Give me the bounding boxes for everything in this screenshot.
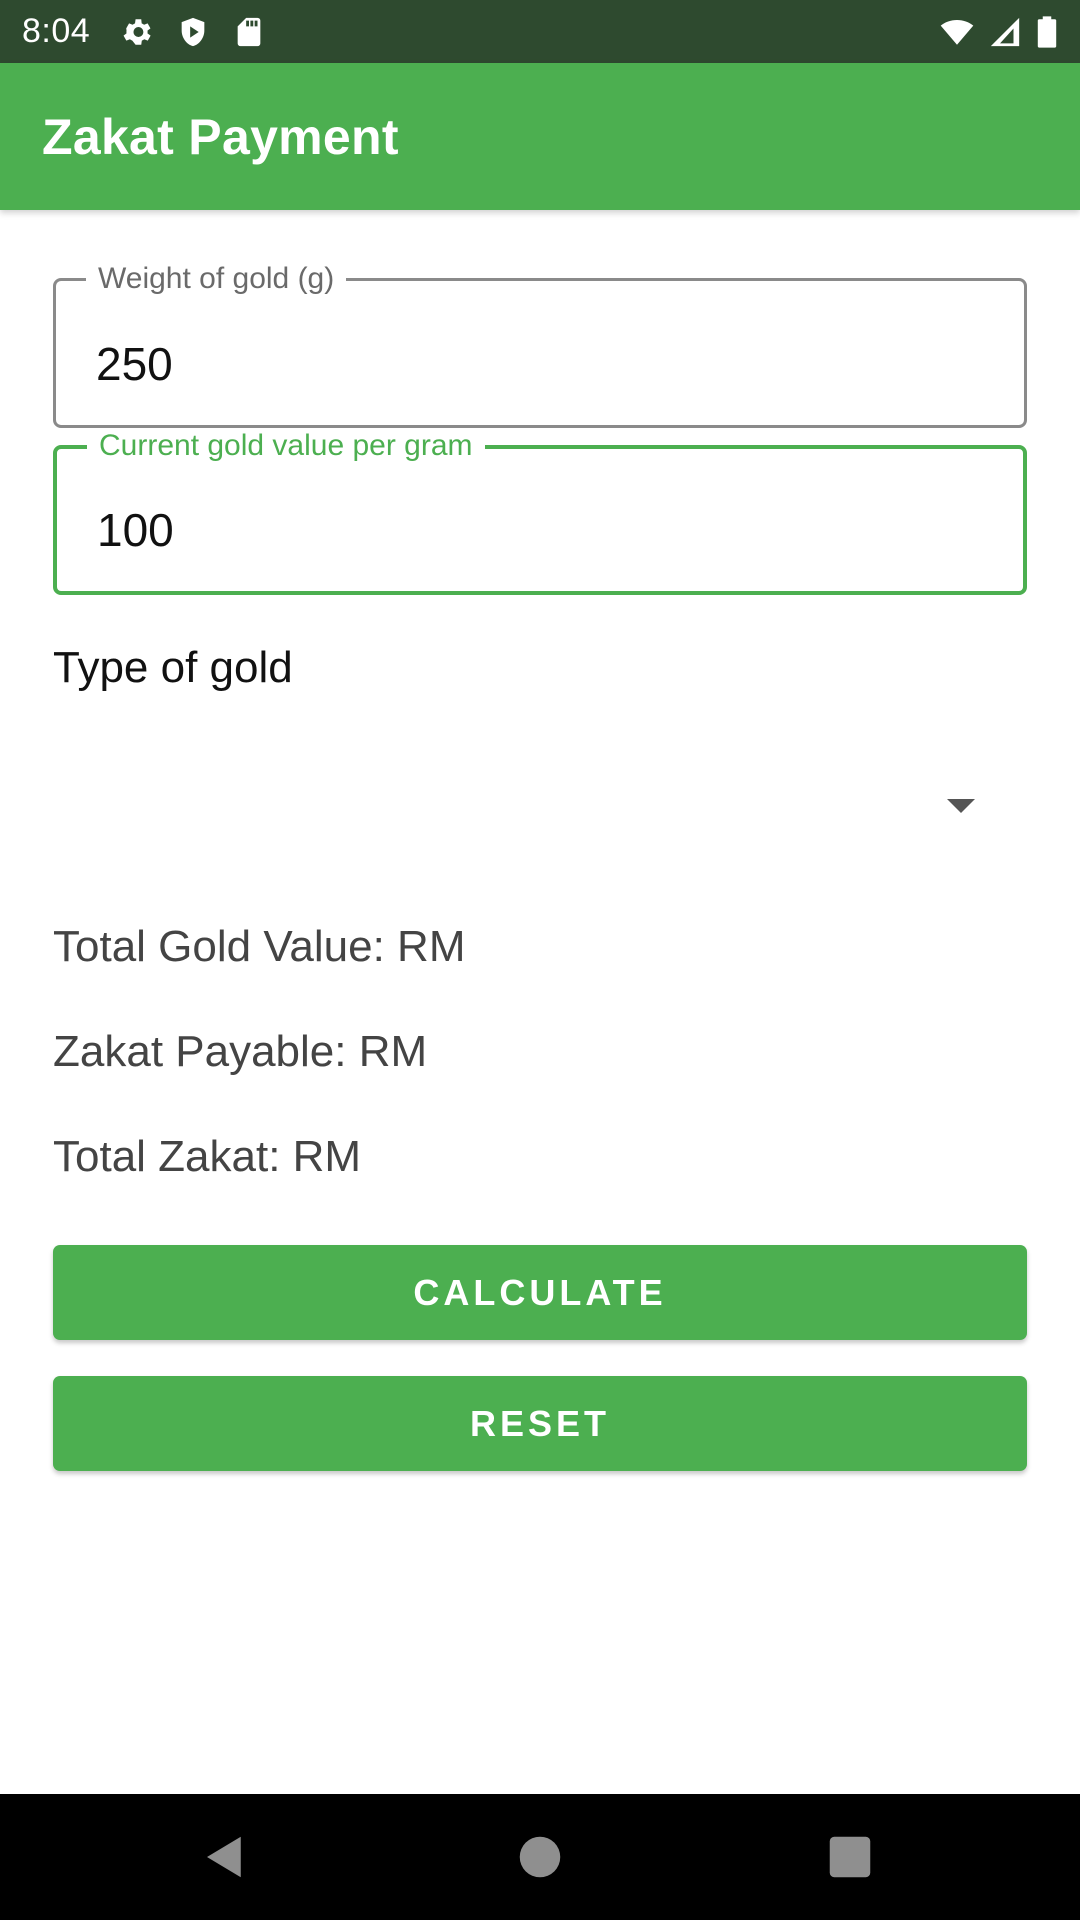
weight-field-label: Weight of gold (g): [86, 261, 347, 297]
recents-icon[interactable]: [818, 1825, 882, 1889]
dropdown-arrow-icon: [947, 799, 975, 813]
settings-icon: [120, 15, 154, 49]
gold-price-field-label: Current gold value per gram: [87, 428, 485, 464]
weight-input[interactable]: [96, 329, 976, 399]
shield-icon: [176, 15, 210, 49]
reset-button[interactable]: RESET: [53, 1376, 1027, 1471]
status-bar: 8:04: [0, 0, 1080, 63]
status-time: 8:04: [22, 12, 91, 50]
total-gold-value-text: Total Gold Value: RM: [53, 922, 466, 971]
gold-type-label: Type of gold: [53, 643, 293, 692]
gold-price-field[interactable]: Current gold value per gram: [53, 428, 1027, 595]
weight-field[interactable]: Weight of gold (g): [53, 261, 1027, 428]
app-title: Zakat Payment: [42, 108, 399, 165]
gold-type-spinner[interactable]: [53, 730, 1027, 880]
total-zakat-text: Total Zakat: RM: [53, 1132, 362, 1181]
zakat-payable-text: Zakat Payable: RM: [53, 1027, 428, 1076]
gold-price-input[interactable]: [97, 495, 977, 565]
home-icon[interactable]: [508, 1825, 572, 1889]
back-icon[interactable]: [193, 1825, 257, 1889]
battery-icon: [1036, 15, 1058, 49]
wifi-icon: [940, 15, 974, 49]
app-bar: Zakat Payment: [0, 63, 1080, 210]
sd-card-icon: [232, 15, 266, 49]
calculate-button[interactable]: CALCULATE: [53, 1245, 1027, 1340]
status-icons-left: [120, 15, 266, 49]
status-icons-right: [940, 15, 1058, 49]
signal-icon: [988, 15, 1022, 49]
navigation-bar: [0, 1794, 1080, 1920]
